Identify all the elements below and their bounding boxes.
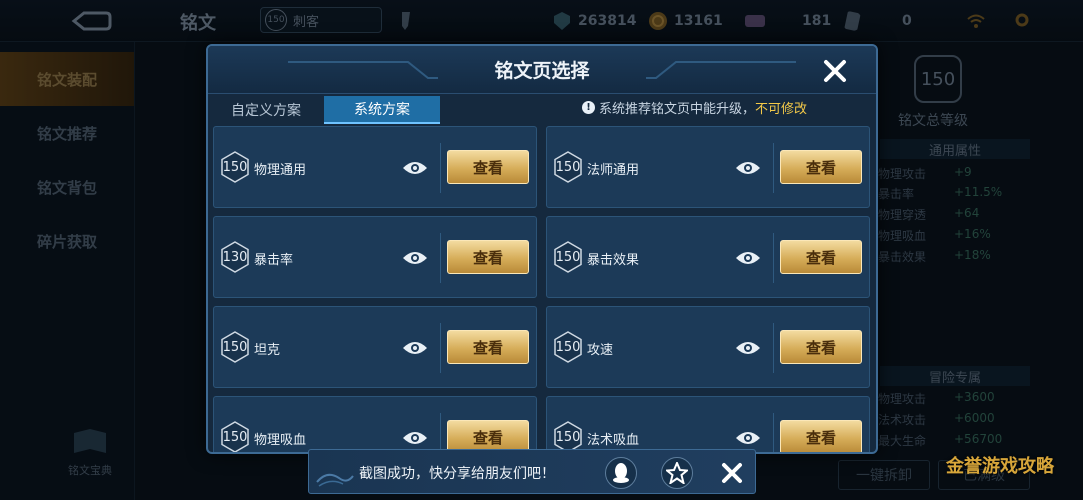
view-button[interactable]: 查看 [447, 330, 529, 364]
scheme-card: 150 法术吸血 查看 [546, 396, 870, 452]
inscription-page-select-dialog: 铭文页选择 自定义方案 系统方案 ! 系统推荐铭文页中能升级， 不可修改 150… [206, 44, 878, 454]
view-button[interactable]: 查看 [780, 150, 862, 184]
close-icon [722, 463, 742, 483]
scheme-card: 150 攻速 查看 [546, 306, 870, 388]
view-button[interactable]: 查看 [447, 150, 529, 184]
preview-eye-button[interactable] [400, 153, 430, 183]
scheme-name: 法师通用 [587, 163, 640, 178]
level-hex-badge: 150 [552, 241, 584, 273]
eye-icon [736, 252, 760, 264]
toast-close-button[interactable] [719, 460, 745, 486]
scheme-name: 攻速 [587, 343, 614, 358]
level-hex-badge: 130 [219, 241, 251, 273]
eye-icon [403, 342, 427, 354]
close-button[interactable] [820, 56, 850, 86]
scheme-card: 130 暴击率 查看 [213, 216, 537, 298]
view-button[interactable]: 查看 [780, 420, 862, 452]
view-button[interactable]: 查看 [780, 330, 862, 364]
scheme-tabs: 自定义方案 系统方案 [208, 96, 440, 124]
system-notice: ! 系统推荐铭文页中能升级， 不可修改 [582, 98, 807, 117]
preview-eye-button[interactable] [733, 153, 763, 183]
level-hex-badge: 150 [219, 331, 251, 363]
scheme-card: 150 物理通用 查看 [213, 126, 537, 208]
scheme-name: 法术吸血 [587, 433, 640, 448]
notice-text: 系统推荐铭文页中能升级， [599, 102, 756, 117]
eye-icon [736, 342, 760, 354]
eye-icon [403, 252, 427, 264]
scheme-card: 150 暴击效果 查看 [546, 216, 870, 298]
eye-icon [736, 432, 760, 444]
divider [440, 413, 441, 452]
scheme-card: 150 法师通用 查看 [546, 126, 870, 208]
scheme-name: 暴击率 [254, 253, 294, 268]
site-watermark: 金誉游戏攻略 [946, 456, 1054, 477]
tab-system-scheme[interactable]: 系统方案 [324, 96, 440, 124]
info-icon: ! [582, 101, 595, 114]
level-hex-badge: 150 [219, 151, 251, 183]
eye-icon [403, 432, 427, 444]
scheme-card: 150 坦克 查看 [213, 306, 537, 388]
divider [440, 233, 441, 283]
preview-eye-button[interactable] [400, 243, 430, 273]
close-icon [824, 60, 846, 82]
dialog-title: 铭文页选择 [494, 60, 590, 82]
tab-custom-scheme[interactable]: 自定义方案 [208, 96, 324, 124]
share-qq-button[interactable] [605, 457, 637, 489]
screenshot-share-toast: 截图成功，快分享给朋友们吧！ [308, 449, 756, 494]
divider [773, 233, 774, 283]
preview-eye-button[interactable] [733, 333, 763, 363]
view-button[interactable]: 查看 [780, 240, 862, 274]
eye-icon [403, 162, 427, 174]
notice-warning: 不可修改 [755, 102, 808, 117]
scheme-card: 150 物理吸血 查看 [213, 396, 537, 452]
toast-message: 截图成功，快分享给朋友们吧！ [359, 466, 555, 482]
divider [440, 323, 441, 373]
qzone-star-icon [666, 462, 688, 484]
level-hex-badge: 150 [219, 421, 251, 452]
divider [773, 143, 774, 193]
preview-eye-button[interactable] [733, 243, 763, 273]
scheme-name: 物理通用 [254, 163, 307, 178]
header-decoration-left [288, 61, 438, 79]
swirl-decoration-icon [316, 473, 354, 487]
dialog-header: 铭文页选择 [208, 46, 876, 94]
header-decoration-right [646, 61, 796, 79]
scheme-name: 物理吸血 [254, 433, 307, 448]
level-hex-badge: 150 [552, 151, 584, 183]
scheme-name: 坦克 [254, 343, 281, 358]
share-qzone-button[interactable] [661, 457, 693, 489]
divider [440, 143, 441, 193]
divider [773, 413, 774, 452]
view-button[interactable]: 查看 [447, 240, 529, 274]
divider [773, 323, 774, 373]
scheme-name: 暴击效果 [587, 253, 640, 268]
qq-penguin-icon [613, 463, 629, 483]
eye-icon [736, 162, 760, 174]
level-hex-badge: 150 [552, 331, 584, 363]
preview-eye-button[interactable] [400, 333, 430, 363]
